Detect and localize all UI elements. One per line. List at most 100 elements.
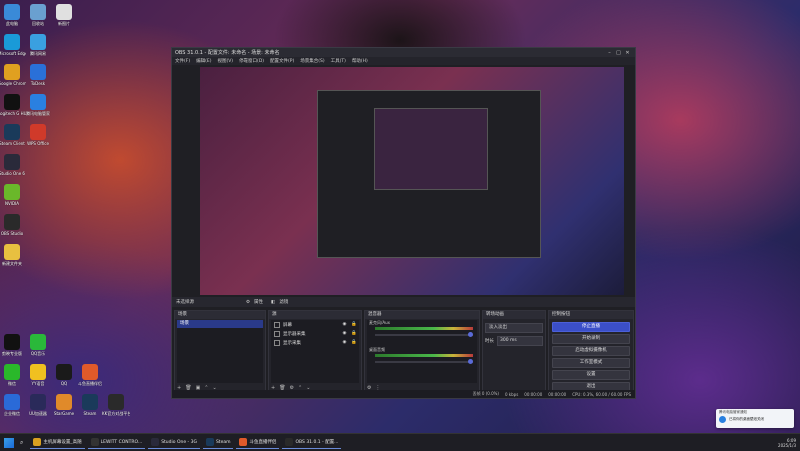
- properties-button[interactable]: 属性: [254, 299, 263, 305]
- duration-input[interactable]: 300 ms: [497, 336, 543, 346]
- scene-item[interactable]: 场景: [177, 320, 263, 328]
- menu-profile[interactable]: 配置文件(P): [270, 58, 294, 64]
- taskbar-app-button[interactable]: OBS 31.0.1 - 配置...: [282, 436, 342, 449]
- volume-slider[interactable]: [375, 332, 473, 337]
- studio-mode-button[interactable]: 工作室模式: [552, 358, 630, 368]
- taskbar-app-button[interactable]: Steam: [202, 436, 234, 449]
- notification-toast[interactable]: 腾讯电脑管家通知 已将你的桌面壁纸关闭: [716, 409, 794, 428]
- desktop-icon[interactable]: Steam: [76, 394, 104, 416]
- source-item[interactable]: 显示器采集 ◉ 🔒: [271, 329, 359, 338]
- menu-docks[interactable]: 停靠窗口(D): [239, 58, 264, 64]
- desktop-icon[interactable]: 斗鱼直播伴侣: [76, 364, 104, 386]
- desktop-icon[interactable]: QQ: [50, 364, 78, 386]
- taskbar-app-label: Steam: [215, 439, 231, 445]
- desktop-icon[interactable]: Google Chrome: [0, 64, 26, 86]
- menu-view[interactable]: 视图(V): [217, 58, 233, 64]
- start-virtual-camera-button[interactable]: 启动虚拟摄像机: [552, 346, 630, 356]
- desktop-icon[interactable]: StarGame: [50, 394, 78, 416]
- desktop-icon-label: KK官方对战平台: [102, 411, 130, 416]
- desktop-icon[interactable]: 回收站: [24, 4, 52, 26]
- window-title: OBS 31.0.1 - 配置文件: 未命名 - 场景: 未命名: [175, 50, 280, 56]
- source-item[interactable]: 屏幕 ◉ 🔒: [271, 320, 359, 329]
- lock-icon[interactable]: 🔒: [351, 322, 357, 327]
- close-icon[interactable]: ✕: [623, 50, 632, 56]
- desktop-icon-label: 微信: [8, 381, 16, 386]
- menu-edit[interactable]: 编辑(E): [196, 58, 211, 64]
- clock-date: 2025/1/3: [778, 442, 796, 448]
- start-menu-icon[interactable]: [4, 437, 14, 448]
- transition-select[interactable]: 淡入淡出: [485, 323, 543, 333]
- source-item[interactable]: 显示采集 ◉ 🔒: [271, 338, 359, 347]
- desktop-icon[interactable]: OBS Studio: [0, 214, 26, 236]
- sources-list[interactable]: 屏幕 ◉ 🔒 显示器采集 ◉ 🔒 显示采集 ◉ 🔒: [271, 320, 359, 383]
- volume-knob[interactable]: [468, 332, 473, 337]
- app-icon: [90, 438, 99, 446]
- taskbar-app-button[interactable]: 斗鱼直播伴侣: [236, 436, 280, 449]
- app-icon: [82, 364, 98, 380]
- preview-canvas[interactable]: [200, 67, 624, 295]
- desktop-icon[interactable]: 微信: [0, 364, 26, 386]
- app-icon: [4, 124, 20, 140]
- stop-streaming-button[interactable]: 停止直播: [552, 322, 630, 332]
- system-tray[interactable]: 6:09 2025/1/3: [778, 434, 796, 451]
- filter-icon[interactable]: ◧: [271, 300, 275, 305]
- app-icon: [56, 4, 72, 20]
- desktop-icon-label: OBS Studio: [0, 231, 24, 236]
- desktop-icon[interactable]: 新建文件夹: [0, 244, 26, 266]
- menu-tools[interactable]: 工具(T): [331, 58, 346, 64]
- taskbar-app-label: Studio One - 3G: [161, 439, 197, 445]
- menu-scene-collection[interactable]: 场景集合(S): [300, 58, 324, 64]
- desktop-icon[interactable]: Logitech G HUB: [0, 94, 26, 116]
- gear-icon[interactable]: ⚙: [246, 300, 250, 305]
- desktop-icon[interactable]: KK官方对战平台: [102, 394, 130, 416]
- level-meter: [375, 354, 473, 357]
- desktop-icon[interactable]: 企业微信: [0, 394, 26, 416]
- eye-icon[interactable]: ◉: [342, 340, 346, 345]
- eye-icon[interactable]: ◉: [342, 331, 346, 336]
- desktop-icon-label: 斗鱼直播伴侣: [78, 381, 102, 386]
- desktop-icon[interactable]: WPS Office: [24, 124, 52, 146]
- start-recording-button[interactable]: 开始录制: [552, 334, 630, 344]
- desktop-icon[interactable]: 腾讯电脑管家: [24, 94, 52, 116]
- taskbar-app-button[interactable]: 主机屏幕设置_高随: [30, 436, 85, 449]
- taskbar-app-button[interactable]: LEWITT CONTRO...: [87, 436, 146, 449]
- desktop-icon[interactable]: 新图片: [50, 4, 78, 26]
- title-bar[interactable]: OBS 31.0.1 - 配置文件: 未命名 - 场景: 未命名 – □ ✕: [172, 48, 635, 57]
- minimize-icon[interactable]: –: [605, 50, 614, 56]
- menu-file[interactable]: 文件(F): [175, 58, 190, 64]
- filters-button[interactable]: 滤镜: [279, 299, 288, 305]
- desktop-icon[interactable]: YY语音: [24, 364, 52, 386]
- desktop-icon[interactable]: Studio One 6: [0, 154, 26, 176]
- desktop-icon[interactable]: QQ音乐: [24, 334, 52, 356]
- menu-help[interactable]: 帮助(H): [352, 58, 368, 64]
- taskbar-app-button[interactable]: Studio One - 3G: [148, 436, 200, 449]
- app-icon: [4, 4, 20, 20]
- maximize-icon[interactable]: □: [614, 50, 623, 56]
- scenes-list[interactable]: 场景: [177, 320, 263, 383]
- desktop-icon[interactable]: 此电脑: [0, 4, 26, 26]
- desktop-icon[interactable]: ToDesk: [24, 64, 52, 86]
- app-icon: [4, 64, 20, 80]
- desktop-icon[interactable]: Steam Client: [0, 124, 26, 146]
- desktop-icon[interactable]: 剪映专业版: [0, 334, 26, 356]
- lock-icon[interactable]: 🔒: [351, 331, 357, 336]
- controls-title: 控制按钮: [549, 311, 633, 319]
- settings-button[interactable]: 设置: [552, 370, 630, 380]
- app-icon: [30, 334, 46, 350]
- desktop-icon-label: Microsoft Edge: [0, 51, 26, 56]
- lock-icon[interactable]: 🔒: [351, 340, 357, 345]
- desktop-icon-label: 此电脑: [6, 21, 18, 26]
- desktop-icon[interactable]: UU加速器: [24, 394, 52, 416]
- volume-knob[interactable]: [468, 359, 473, 364]
- volume-slider[interactable]: [375, 359, 473, 364]
- search-icon[interactable]: ⌕: [20, 439, 23, 447]
- desktop-icon[interactable]: Microsoft Edge: [0, 34, 26, 56]
- app-icon: [4, 154, 20, 170]
- level-meter: [375, 327, 473, 330]
- app-icon: [4, 184, 20, 200]
- desktop-icon[interactable]: 腾讯网易: [24, 34, 52, 56]
- obs-window[interactable]: OBS 31.0.1 - 配置文件: 未命名 - 场景: 未命名 – □ ✕ 文…: [171, 47, 636, 399]
- desktop-icon-label: UU加速器: [29, 411, 47, 416]
- desktop-icon[interactable]: NVIDIA: [0, 184, 26, 206]
- eye-icon[interactable]: ◉: [342, 322, 346, 327]
